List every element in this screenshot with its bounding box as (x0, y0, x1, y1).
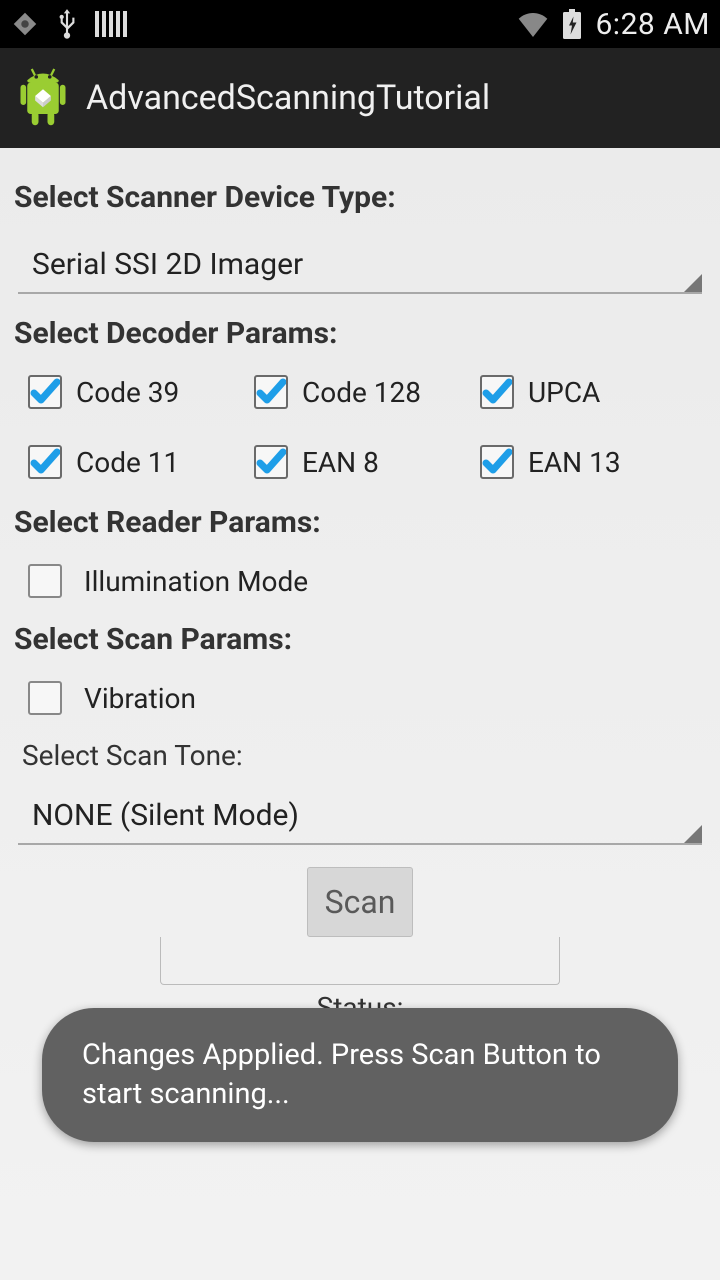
share-icon (10, 9, 40, 39)
checkbox-box (28, 564, 62, 598)
dropdown-triangle-icon (684, 825, 702, 843)
checkbox-label: EAN 8 (302, 446, 379, 479)
checkbox-decoder-5[interactable]: EAN 13 (480, 445, 706, 479)
status-bar: 6:28 AM (0, 0, 720, 48)
checkbox-decoder-2[interactable]: UPCA (480, 375, 706, 409)
checkbox-label: Code 11 (76, 446, 179, 479)
checkbox-label: UPCA (528, 376, 600, 409)
spinner-scan-tone-value: NONE (Silent Mode) (32, 798, 299, 833)
scan-button[interactable]: Scan (307, 867, 413, 937)
label-scan-params: Select Scan Params: (14, 622, 706, 657)
action-bar: AdvancedScanningTutorial (0, 48, 720, 148)
decoder-grid: Code 39 Code 128 UPCA Code 11 EAN 8 EAN 13 (28, 375, 706, 479)
dropdown-triangle-icon (684, 274, 702, 292)
label-decoder-params: Select Decoder Params: (14, 316, 706, 351)
checkbox-box (254, 445, 288, 479)
spinner-scan-tone[interactable]: NONE (Silent Mode) (18, 790, 702, 845)
spinner-device-type-value: Serial SSI 2D Imager (32, 247, 303, 282)
checkbox-illumination-mode[interactable]: Illumination Mode (28, 564, 706, 598)
checkbox-box (254, 375, 288, 409)
checkbox-label: EAN 13 (528, 446, 621, 479)
checkbox-label: Code 128 (302, 376, 421, 409)
checkbox-label: Vibration (84, 682, 196, 715)
checkbox-decoder-4[interactable]: EAN 8 (254, 445, 480, 479)
barcode-icon (94, 9, 128, 39)
usb-icon (54, 7, 80, 41)
checkbox-decoder-0[interactable]: Code 39 (28, 375, 254, 409)
toast-message: Changes Appplied. Press Scan Button to s… (82, 1038, 601, 1111)
label-scan-tone: Select Scan Tone: (22, 739, 706, 772)
battery-charging-icon (563, 9, 581, 39)
checkbox-box (480, 375, 514, 409)
clock: 6:28 AM (595, 7, 710, 42)
checkbox-decoder-1[interactable]: Code 128 (254, 375, 480, 409)
content: Select Scanner Device Type: Serial SSI 2… (0, 148, 720, 1280)
wifi-icon (517, 11, 549, 37)
checkbox-vibration[interactable]: Vibration (28, 681, 706, 715)
checkbox-label: Illumination Mode (84, 565, 308, 598)
label-reader-params: Select Reader Params: (14, 505, 706, 540)
checkbox-box (480, 445, 514, 479)
checkbox-decoder-3[interactable]: Code 11 (28, 445, 254, 479)
scan-button-label: Scan (325, 883, 396, 921)
checkbox-label: Code 39 (76, 376, 179, 409)
result-panel (160, 937, 560, 985)
spinner-device-type[interactable]: Serial SSI 2D Imager (18, 239, 702, 294)
checkbox-box (28, 375, 62, 409)
app-title: AdvancedScanningTutorial (86, 78, 490, 118)
toast: Changes Appplied. Press Scan Button to s… (42, 1008, 678, 1142)
label-scanner-device-type: Select Scanner Device Type: (14, 180, 706, 215)
checkbox-box (28, 445, 62, 479)
app-icon (16, 64, 70, 132)
checkbox-box (28, 681, 62, 715)
